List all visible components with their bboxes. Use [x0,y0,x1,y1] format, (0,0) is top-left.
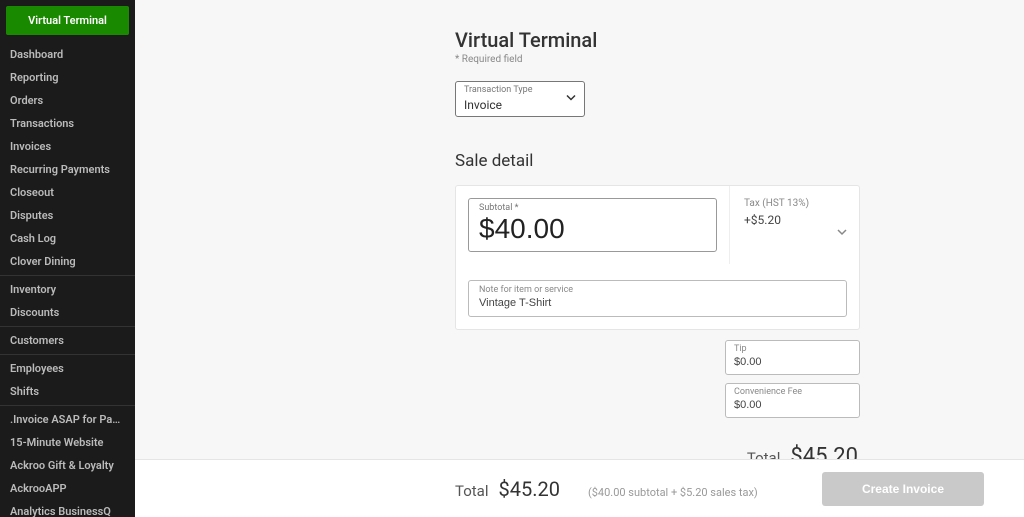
nav-invoices[interactable]: Invoices [0,135,135,158]
nav-transactions[interactable]: Transactions [0,112,135,135]
footer-total-label: Total [455,482,489,500]
nav-15-minute-website[interactable]: 15-Minute Website [0,431,135,454]
tax-label: Tax (HST 13%) [744,198,845,209]
nav-ackroo-gift[interactable]: Ackroo Gift & Loyalty [0,454,135,477]
transaction-type-value: Invoice [464,98,576,112]
main: Virtual Terminal * Required field Transa… [135,0,1024,517]
sidebar: Virtual Terminal Dashboard Reporting Ord… [0,0,135,517]
nav-closeout[interactable]: Closeout [0,181,135,204]
required-field-note: * Required field [455,54,995,65]
nav-analytics-businessq[interactable]: Analytics BusinessQ [0,500,135,517]
nav-shifts[interactable]: Shifts [0,380,135,403]
note-input[interactable] [479,297,836,309]
footer-bar: Total $45.20 ($40.00 subtotal + $5.20 sa… [135,459,1024,517]
transaction-type-label: Transaction Type [464,85,532,95]
transaction-type-select[interactable]: Transaction Type Invoice [455,81,585,117]
sale-detail-panel: Subtotal * Tax (HST 13%) +$5.20 [455,185,860,330]
create-invoice-button[interactable]: Create Invoice [822,472,984,506]
nav-ackrooapp[interactable]: AckrooAPP [0,477,135,500]
nav-customers[interactable]: Customers [0,329,135,352]
nav-clover-dining[interactable]: Clover Dining [0,250,135,273]
note-field[interactable]: Note for item or service [468,280,847,317]
tax-cell[interactable]: Tax (HST 13%) +$5.20 [729,186,859,264]
nav-recurring-payments[interactable]: Recurring Payments [0,158,135,181]
nav-group-2: Customers [0,327,135,355]
convenience-fee-input[interactable] [734,399,851,411]
footer-total-value: $45.20 [499,477,560,501]
convenience-fee-label: Convenience Fee [734,387,851,397]
tax-value: +$5.20 [744,213,845,227]
footer-breakdown: ($40.00 subtotal + $5.20 sales tax) [588,486,758,499]
page-title: Virtual Terminal [455,28,995,52]
convenience-fee-field[interactable]: Convenience Fee [725,383,860,418]
subtotal-input[interactable] [479,213,706,245]
tip-input[interactable] [734,356,851,368]
nav-discounts[interactable]: Discounts [0,301,135,324]
subtotal-field[interactable]: Subtotal * [468,198,717,252]
nav-group-3: Employees Shifts [0,355,135,406]
virtual-terminal-button[interactable]: Virtual Terminal [6,6,129,35]
nav-dashboard[interactable]: Dashboard [0,43,135,66]
nav-cash-log[interactable]: Cash Log [0,227,135,250]
tip-field[interactable]: Tip [725,340,860,375]
subtotal-label: Subtotal * [479,203,706,213]
nav-employees[interactable]: Employees [0,357,135,380]
chevron-down-icon [566,92,576,107]
nav-invoice-asap[interactable]: .Invoice ASAP for Paym... [0,408,135,431]
nav-disputes[interactable]: Disputes [0,204,135,227]
note-label: Note for item or service [479,285,836,295]
chevron-down-icon [837,226,847,241]
nav-group-1: Inventory Discounts [0,276,135,327]
nav-reporting[interactable]: Reporting [0,66,135,89]
nav-orders[interactable]: Orders [0,89,135,112]
nav-group-0: Dashboard Reporting Orders Transactions … [0,41,135,276]
nav-group-4: .Invoice ASAP for Paym... 15-Minute Webs… [0,406,135,517]
sale-detail-heading: Sale detail [455,151,995,171]
nav-inventory[interactable]: Inventory [0,278,135,301]
tip-label: Tip [734,344,851,354]
